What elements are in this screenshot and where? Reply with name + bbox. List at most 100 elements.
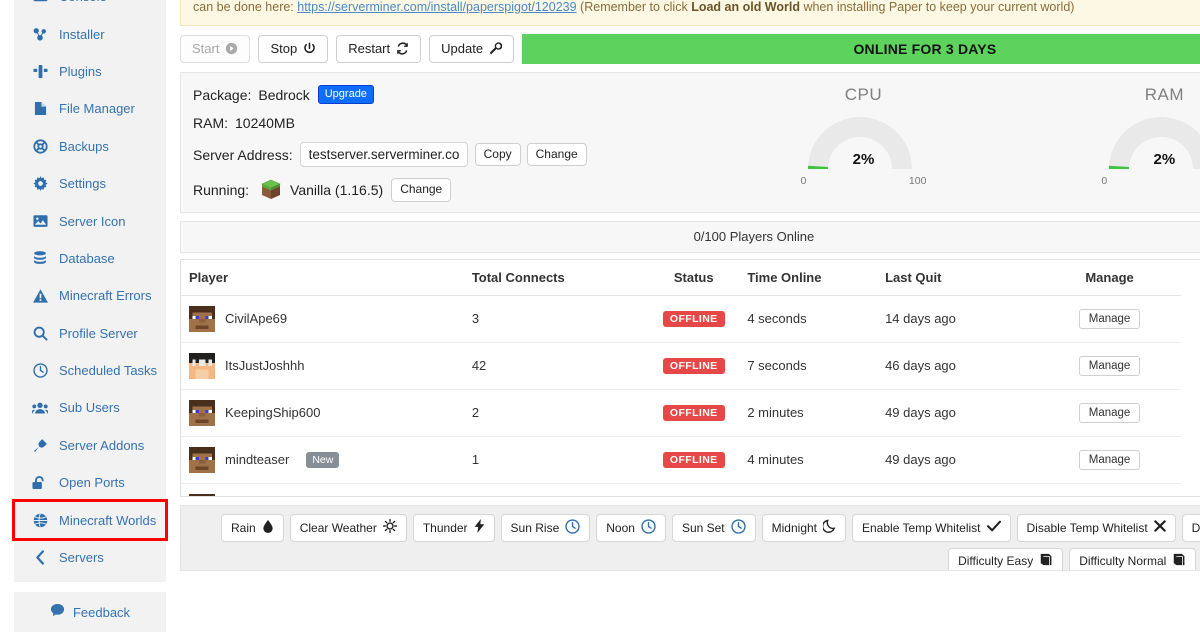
server-address-label: Server Address:: [193, 146, 293, 163]
package-label: Package:: [193, 86, 252, 103]
server-summary-panel: Package: Bedrock Upgrade RAM: 10240MB Se…: [180, 72, 1200, 213]
gauge-min: 0: [800, 175, 807, 187]
book-icon: [1172, 553, 1186, 569]
manage-button[interactable]: Manage: [1078, 355, 1141, 376]
sidebar-item-server-addons[interactable]: Server Addons: [14, 427, 166, 464]
x-icon: [1153, 520, 1166, 535]
status-badge: OFFLINE: [662, 311, 725, 328]
sidebar-item-sub-users[interactable]: Sub Users: [14, 389, 166, 426]
status-badge: OFFLINE: [662, 452, 725, 469]
manage-button[interactable]: Manage: [1078, 449, 1141, 470]
command-label: Sun Rise: [510, 520, 560, 535]
cell-player: mindteaser New: [181, 436, 472, 484]
status-badge: OFFLINE: [662, 405, 725, 422]
command-disable-temp-whitelist-button[interactable]: Disable Temp Whitelist: [1016, 513, 1176, 542]
gear-icon: [30, 176, 50, 192]
ram-row: RAM: 10240MB: [193, 115, 713, 131]
players-table-head: Player Total Connects Status Time Online…: [181, 259, 1181, 296]
command-difficulty-normal-button[interactable]: Difficulty Normal: [1069, 547, 1197, 570]
sidebar-item-settings[interactable]: Settings: [14, 165, 166, 202]
command-difficulty-easy-button[interactable]: Difficulty Easy: [948, 547, 1064, 570]
cell-last-quit: 51 days ago: [885, 483, 1039, 496]
gauge-title: CPU: [844, 85, 883, 104]
sidebar-item-plugins[interactable]: Plugins: [14, 53, 166, 90]
sidebar-item-profile-server[interactable]: Profile Server: [14, 315, 166, 352]
chevron-left-icon: [30, 550, 50, 565]
running-label: Running:: [193, 181, 250, 198]
command-difficulty-peaceful-button[interactable]: Difficulty Peaceful: [1181, 513, 1200, 542]
banner-install-link[interactable]: https://serverminer.com/install/paperspi…: [297, 0, 576, 14]
cell-status: OFFLINE: [640, 483, 748, 496]
avatar: [189, 305, 215, 332]
copy-address-button[interactable]: Copy: [474, 142, 521, 167]
manage-button[interactable]: Manage: [1078, 308, 1141, 329]
cell-manage: Manage: [1038, 295, 1181, 343]
package-row: Package: Bedrock Upgrade: [193, 85, 713, 104]
avatar: [189, 446, 215, 473]
cell-player: ItsJustJoshhh: [181, 342, 472, 390]
avatar: [189, 493, 215, 496]
app-root: Console Installer Plugins File Manager Backu…: [0, 0, 1200, 632]
command-label: Rain: [231, 520, 256, 535]
sidebar-item-open-ports[interactable]: Open Ports: [14, 464, 166, 501]
sidebar-item-label: Scheduled Tasks: [59, 363, 158, 379]
sidebar-item-console[interactable]: Console: [14, 0, 166, 15]
manage-button[interactable]: Manage: [1078, 402, 1141, 423]
install-notice-banner: can be done here: https://serverminer.co…: [180, 0, 1200, 26]
sun-icon: [382, 518, 398, 536]
command-noon-button[interactable]: Noon: [596, 513, 666, 542]
cell-total-connects: 1: [471, 436, 641, 484]
command-sun-set-button[interactable]: Sun Set: [671, 513, 756, 542]
server-address-row: Server Address: Copy Change: [193, 142, 713, 167]
change-address-button[interactable]: Change: [526, 142, 587, 167]
cell-last-quit: 49 days ago: [885, 436, 1039, 484]
players-online-count: 0/100 Players Online: [693, 229, 815, 245]
upgrade-button[interactable]: Upgrade: [317, 85, 374, 104]
stop-button[interactable]: Stop: [258, 34, 329, 64]
command-rain-button[interactable]: Rain: [221, 513, 284, 542]
command-sun-rise-button[interactable]: Sun Rise: [500, 513, 591, 542]
sidebar-item-servers[interactable]: Servers: [14, 539, 166, 576]
command-label: Difficulty Easy: [958, 553, 1034, 568]
sidebar-item-feedback[interactable]: Feedback: [14, 592, 166, 632]
update-button[interactable]: Update: [429, 34, 515, 64]
sidebar-item-label: Minecraft Errors: [59, 288, 152, 304]
clock-icon: [565, 518, 580, 537]
sidebar-item-backups[interactable]: Backups: [14, 128, 166, 165]
command-thunder-button[interactable]: Thunder: [412, 513, 495, 542]
start-button[interactable]: Start: [180, 34, 251, 64]
sidebar-item-label: Plugins: [59, 63, 102, 79]
restart-button[interactable]: Restart: [336, 34, 422, 64]
sidebar-item-minecraft-worlds[interactable]: Minecraft Worlds: [12, 499, 168, 541]
command-midnight-button[interactable]: Midnight: [761, 513, 846, 542]
cell-total-connects: 42: [471, 342, 641, 390]
update-button-label: Update: [441, 40, 484, 56]
sidebar-item-label: Console: [59, 0, 107, 4]
sidebar-item-installer[interactable]: Installer: [14, 15, 166, 52]
sidebar-item-minecraft-errors[interactable]: Minecraft Errors: [14, 277, 166, 314]
sidebar-item-label: Installer: [59, 26, 105, 42]
change-version-button[interactable]: Change: [391, 178, 452, 202]
command-enable-temp-whitelist-button[interactable]: Enable Temp Whitelist: [852, 513, 1011, 542]
command-label: Enable Temp Whitelist: [862, 520, 981, 535]
sidebar-item-label: Minecraft Worlds: [59, 512, 157, 528]
check-icon: [986, 520, 1001, 535]
banner-text-before: can be done here:: [193, 0, 298, 14]
gauge-min: 0: [1101, 175, 1108, 187]
players-table: Player Total Connects Status Time Online…: [181, 259, 1181, 496]
command-clear-weather-button[interactable]: Clear Weather: [289, 513, 407, 542]
server-address-input[interactable]: [299, 142, 468, 167]
sidebar-item-file-manager[interactable]: File Manager: [14, 90, 166, 127]
power-icon: [303, 42, 316, 55]
cell-total-connects: 3: [471, 295, 641, 343]
command-label: Difficulty Peaceful: [1191, 520, 1200, 535]
cell-player: KeepingShip600: [181, 389, 472, 437]
sidebar-item-database[interactable]: Database: [14, 240, 166, 277]
cell-manage: Manage: [1038, 389, 1181, 437]
sidebar-item-scheduled-tasks[interactable]: Scheduled Tasks: [14, 352, 166, 389]
server-status-bar: ONLINE FOR 3 DAYS: [522, 34, 1200, 64]
gauge-title: RAM: [1144, 85, 1184, 104]
table-row: mindteaser New 1 OFFLINE 4 minutes 49 da…: [181, 436, 1181, 484]
sidebar-item-server-icon[interactable]: Server Icon: [14, 202, 166, 239]
database-icon: [30, 251, 50, 266]
